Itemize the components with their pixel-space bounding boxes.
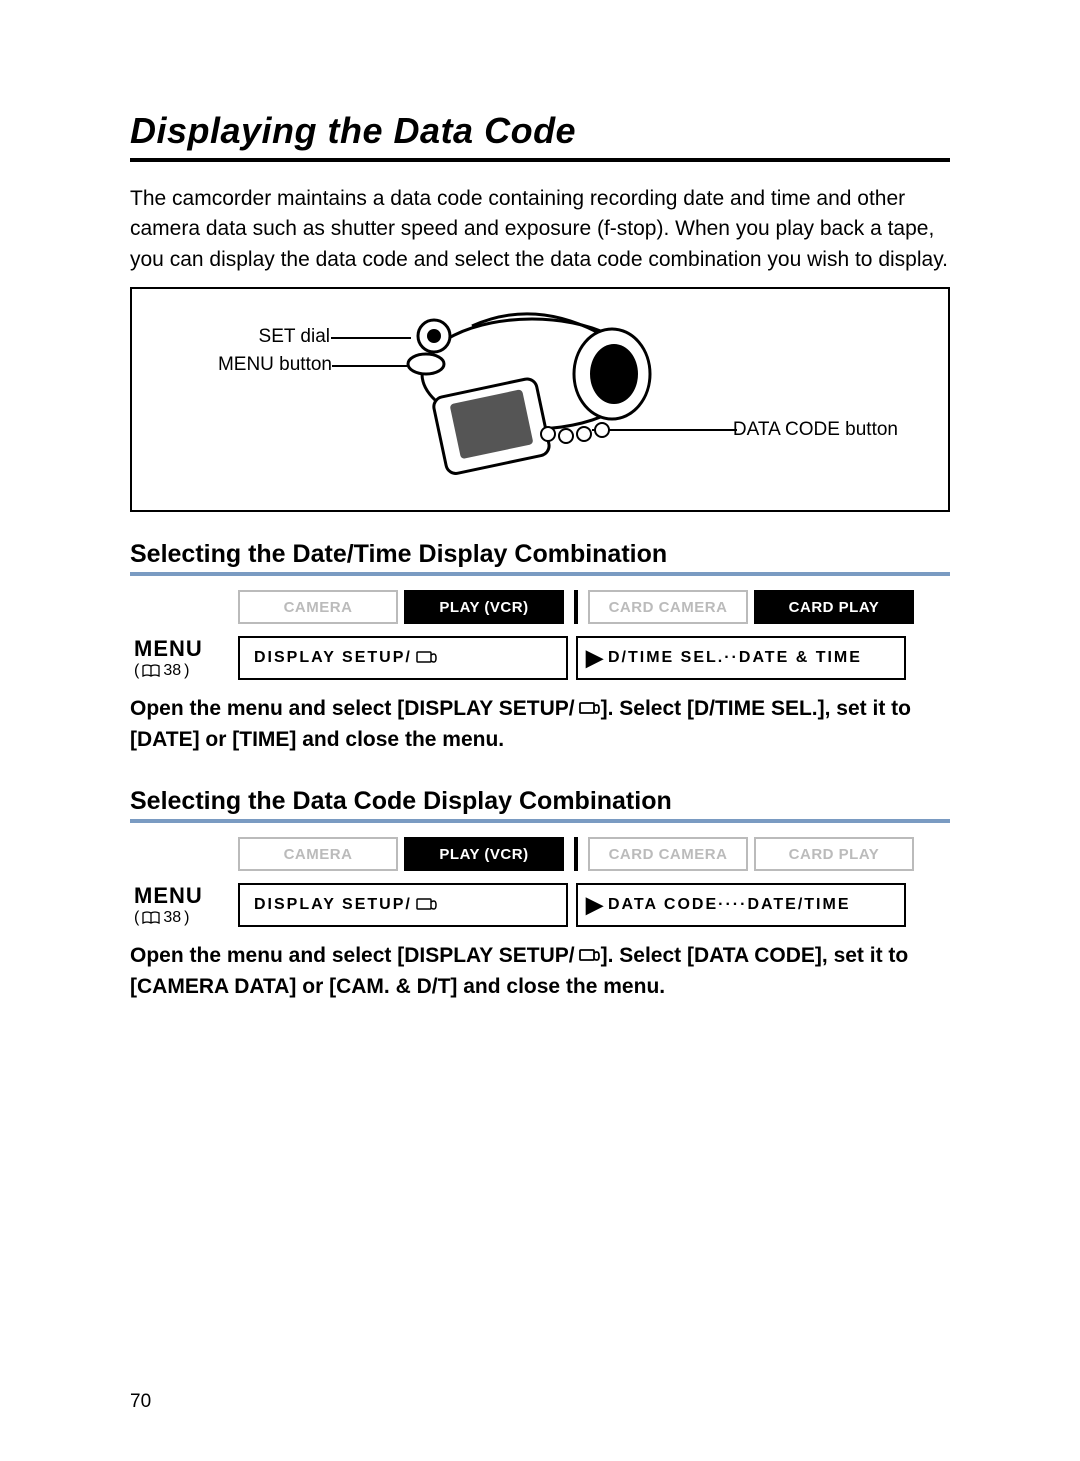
section-data-code: Selecting the Data Code Display Combinat… [130, 787, 950, 1002]
arrow-right-icon: ▶ [586, 645, 602, 671]
setting-text: DATA CODE····DATE/TIME [608, 896, 850, 914]
setting-display-setup: DISPLAY SETUP/ [238, 636, 568, 680]
mode-camera: CAMERA [238, 837, 398, 871]
page-title: Displaying the Data Code [130, 110, 950, 162]
menu-label: MENU ( 38) [130, 636, 238, 680]
menu-label: MENU ( 38) [130, 883, 238, 927]
mode-play-vcr: PLAY (VCR) [404, 590, 564, 624]
sub-heading: Selecting the Date/Time Display Combinat… [130, 540, 950, 576]
mode-play-vcr: PLAY (VCR) [404, 837, 564, 871]
setting-text: DISPLAY SETUP/ [254, 649, 412, 667]
instruction-part-a: Open the menu and select [DISPLAY SETUP/ [130, 944, 575, 967]
setting-data-code: ▶ DATA CODE····DATE/TIME [576, 883, 906, 927]
section-date-time: Selecting the Date/Time Display Combinat… [130, 540, 950, 755]
setting-text: D/TIME SEL.··DATE & TIME [608, 649, 862, 667]
mode-separator [574, 837, 578, 871]
menu-row: MENU ( 38) DISPLAY SETUP/ ▶ DATA CODE···… [130, 883, 950, 927]
page-number: 70 [130, 1391, 151, 1413]
mode-card-camera: CARD CAMERA [588, 837, 748, 871]
camera-diagram: SET dial MENU button DATA CODE button [130, 287, 950, 512]
mode-row: CAMERA PLAY (VCR) CARD CAMERA CARD PLAY [238, 837, 950, 871]
label-set-dial: SET dial [210, 326, 330, 348]
mode-camera: CAMERA [238, 590, 398, 624]
menu-word: MENU [134, 636, 238, 662]
menu-row: MENU ( 38) DISPLAY SETUP/ ▶ D/TIME SEL.·… [130, 636, 950, 680]
sub-heading: Selecting the Data Code Display Combinat… [130, 787, 950, 823]
setting-text: DISPLAY SETUP/ [254, 896, 412, 914]
book-icon [142, 664, 160, 678]
intro-paragraph: The camcorder maintains a data code cont… [130, 184, 950, 275]
display-icon [416, 650, 438, 666]
menu-ref-number: 38 [163, 662, 181, 680]
menu-ref: ( 38) [134, 909, 238, 927]
display-icon [416, 897, 438, 913]
label-data-code-button: DATA CODE button [733, 419, 898, 441]
menu-ref-number: 38 [163, 909, 181, 927]
arrow-right-icon: ▶ [586, 892, 602, 918]
mode-separator [574, 590, 578, 624]
setting-dtime-sel: ▶ D/TIME SEL.··DATE & TIME [576, 636, 906, 680]
setting-display-setup: DISPLAY SETUP/ [238, 883, 568, 927]
book-icon [142, 911, 160, 925]
label-menu-button: MENU button [192, 354, 332, 376]
menu-word: MENU [134, 883, 238, 909]
display-icon [579, 696, 601, 712]
mode-card-play: CARD PLAY [754, 590, 914, 624]
mode-card-play: CARD PLAY [754, 837, 914, 871]
menu-ref: ( 38) [134, 662, 238, 680]
instruction: Open the menu and select [DISPLAY SETUP/… [130, 694, 950, 755]
instruction-part-a: Open the menu and select [DISPLAY SETUP/ [130, 697, 575, 720]
instruction: Open the menu and select [DISPLAY SETUP/… [130, 941, 950, 1002]
mode-row: CAMERA PLAY (VCR) CARD CAMERA CARD PLAY [238, 590, 950, 624]
mode-card-camera: CARD CAMERA [588, 590, 748, 624]
display-icon [579, 943, 601, 959]
camcorder-icon [352, 304, 682, 489]
